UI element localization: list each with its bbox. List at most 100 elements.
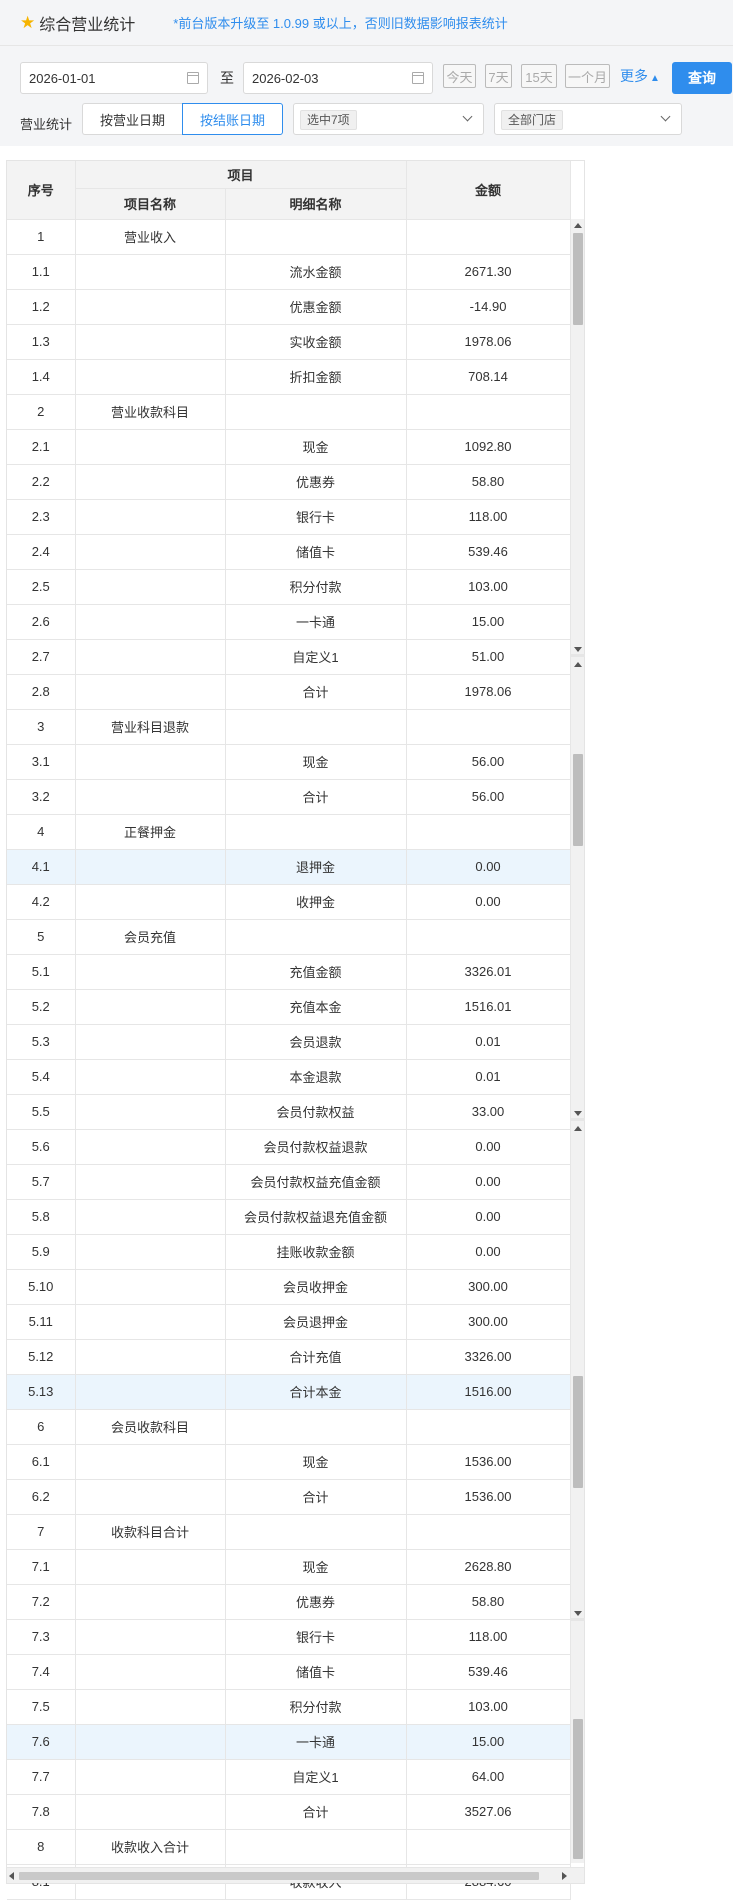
scroll-left-icon[interactable] [9, 1872, 14, 1880]
scroll-down-icon[interactable] [574, 1111, 582, 1116]
star-icon[interactable]: ★ [20, 13, 35, 33]
table-row[interactable]: 7.2 优惠券 58.80 [7, 1584, 571, 1620]
scroll-down-icon[interactable] [574, 1611, 582, 1616]
table-row[interactable]: 1 营业收入 [7, 219, 571, 255]
scroll-up-icon[interactable] [574, 662, 582, 667]
mode-checkout-date-button[interactable]: 按结账日期 [182, 103, 283, 135]
table-row[interactable]: 2.1 现金 1092.80 [7, 429, 571, 465]
table-row[interactable]: 1.3 实收金额 1978.06 [7, 324, 571, 360]
table-row[interactable]: 4.2 收押金 0.00 [7, 884, 571, 920]
table-row[interactable]: 7.1 现金 2628.80 [7, 1549, 571, 1585]
row-amount-cell: 118.00 [406, 499, 571, 535]
table-row[interactable]: 5.10 会员收押金 300.00 [7, 1269, 571, 1305]
table-row[interactable]: 3.1 现金 56.00 [7, 744, 571, 780]
row-detail-name-cell: 会员付款权益充值金额 [225, 1164, 407, 1200]
table-row[interactable]: 4.1 退押金 0.00 [7, 849, 571, 885]
table-row[interactable]: 1.1 流水金额 2671.30 [7, 254, 571, 290]
row-detail-name-cell [225, 1514, 407, 1550]
scroll-thumb[interactable] [573, 1719, 583, 1859]
table-row[interactable]: 4 正餐押金 [7, 814, 571, 850]
col-header-item-name: 项目名称 [75, 188, 226, 220]
table-row[interactable]: 7.3 银行卡 118.00 [7, 1619, 571, 1655]
table-row[interactable]: 2.5 积分付款 103.00 [7, 569, 571, 605]
vertical-scrollbar[interactable] [570, 219, 585, 1863]
row-detail-name-cell: 一卡通 [225, 1724, 407, 1760]
table-row[interactable]: 2.2 优惠券 58.80 [7, 464, 571, 500]
table-row[interactable]: 3.2 合计 56.00 [7, 779, 571, 815]
table-row[interactable]: 7.7 自定义1 64.00 [7, 1759, 571, 1795]
table-row[interactable]: 2.4 储值卡 539.46 [7, 534, 571, 570]
table-row[interactable]: 3 营业科目退款 [7, 709, 571, 745]
table-row[interactable]: 5.2 充值本金 1516.01 [7, 989, 571, 1025]
table-row[interactable]: 1.2 优惠金额 -14.90 [7, 289, 571, 325]
chevron-down-icon [660, 111, 671, 122]
row-amount-cell: 0.00 [406, 1234, 571, 1270]
row-detail-name-cell: 折扣金额 [225, 359, 407, 395]
store-select[interactable]: 全部门店 [494, 103, 682, 135]
quick-today-button[interactable]: 今天 [443, 64, 476, 88]
selected-items-tag: 选中7项 [300, 110, 357, 130]
horizontal-scrollbar[interactable] [7, 1867, 584, 1883]
query-button[interactable]: 查询 [672, 62, 732, 94]
scroll-thumb[interactable] [573, 233, 583, 325]
row-item-name-cell [75, 639, 226, 675]
row-amount-cell [406, 1829, 571, 1865]
row-index-cell: 1.1 [7, 254, 76, 290]
row-detail-name-cell: 实收金额 [225, 324, 407, 360]
row-index-cell: 5.3 [7, 1024, 76, 1060]
table-row[interactable]: 5.11 会员退押金 300.00 [7, 1304, 571, 1340]
items-select[interactable]: 选中7项 [293, 103, 484, 135]
end-date-input[interactable]: 2026-02-03 [243, 62, 433, 94]
row-amount-cell: 58.80 [406, 464, 571, 500]
scroll-thumb[interactable] [573, 1376, 583, 1488]
row-item-name-cell [75, 954, 226, 990]
scroll-up-icon[interactable] [574, 223, 582, 228]
table-row[interactable]: 1.4 折扣金额 708.14 [7, 359, 571, 395]
quick-7days-button[interactable]: 7天 [485, 64, 512, 88]
row-detail-name-cell: 合计充值 [225, 1339, 407, 1375]
quick-month-button[interactable]: 一个月 [565, 64, 610, 88]
scroll-thumb[interactable] [573, 754, 583, 846]
table-row[interactable]: 7.4 储值卡 539.46 [7, 1654, 571, 1690]
row-detail-name-cell: 一卡通 [225, 604, 407, 640]
table-row[interactable]: 5 会员充值 [7, 919, 571, 955]
mode-business-date-button[interactable]: 按营业日期 [82, 103, 182, 135]
scroll-up-icon[interactable] [574, 1126, 582, 1131]
table-row[interactable]: 6.2 合计 1536.00 [7, 1479, 571, 1515]
table-row[interactable]: 5.1 充值金额 3326.01 [7, 954, 571, 990]
table-row[interactable]: 5.7 会员付款权益充值金额 0.00 [7, 1164, 571, 1200]
row-amount-cell [406, 709, 571, 745]
table-row[interactable]: 6 会员收款科目 [7, 1409, 571, 1445]
table-row[interactable]: 5.9 挂账收款金额 0.00 [7, 1234, 571, 1270]
table-row[interactable]: 2.8 合计 1978.06 [7, 674, 571, 710]
horizontal-scroll-thumb[interactable] [19, 1872, 539, 1880]
table-row[interactable]: 2.3 银行卡 118.00 [7, 499, 571, 535]
row-index-cell: 2.6 [7, 604, 76, 640]
table-row[interactable]: 5.3 会员退款 0.01 [7, 1024, 571, 1060]
table-row[interactable]: 5.8 会员付款权益退充值金额 0.00 [7, 1199, 571, 1235]
table-row[interactable]: 7.5 积分付款 103.00 [7, 1689, 571, 1725]
table-row[interactable]: 6.1 现金 1536.00 [7, 1444, 571, 1480]
table-row[interactable]: 5.12 合计充值 3326.00 [7, 1339, 571, 1375]
table-row[interactable]: 5.6 会员付款权益退款 0.00 [7, 1129, 571, 1165]
row-item-name-cell [75, 1619, 226, 1655]
table-row[interactable]: 7.6 一卡通 15.00 [7, 1724, 571, 1760]
scroll-divider [571, 1618, 585, 1621]
row-amount-cell: 0.00 [406, 849, 571, 885]
quick-15days-button[interactable]: 15天 [521, 64, 557, 88]
more-filters-link[interactable]: 更多 ▲ [620, 66, 660, 86]
table-row[interactable]: 2 营业收款科目 [7, 394, 571, 430]
table-row[interactable]: 7.8 合计 3527.06 [7, 1794, 571, 1830]
table-row[interactable]: 5.4 本金退款 0.01 [7, 1059, 571, 1095]
table-row[interactable]: 5.5 会员付款权益 33.00 [7, 1094, 571, 1130]
table-row[interactable]: 2.6 一卡通 15.00 [7, 604, 571, 640]
scroll-right-icon[interactable] [562, 1872, 567, 1880]
table-row[interactable]: 2.7 自定义1 51.00 [7, 639, 571, 675]
table-row[interactable]: 8 收款收入合计 [7, 1829, 571, 1865]
table-row[interactable]: 5.13 合计本金 1516.00 [7, 1374, 571, 1410]
scroll-down-icon[interactable] [574, 647, 582, 652]
table-row[interactable]: 7 收款科目合计 [7, 1514, 571, 1550]
row-item-name-cell [75, 884, 226, 920]
start-date-input[interactable]: 2026-01-01 [20, 62, 208, 94]
row-index-cell: 1.4 [7, 359, 76, 395]
